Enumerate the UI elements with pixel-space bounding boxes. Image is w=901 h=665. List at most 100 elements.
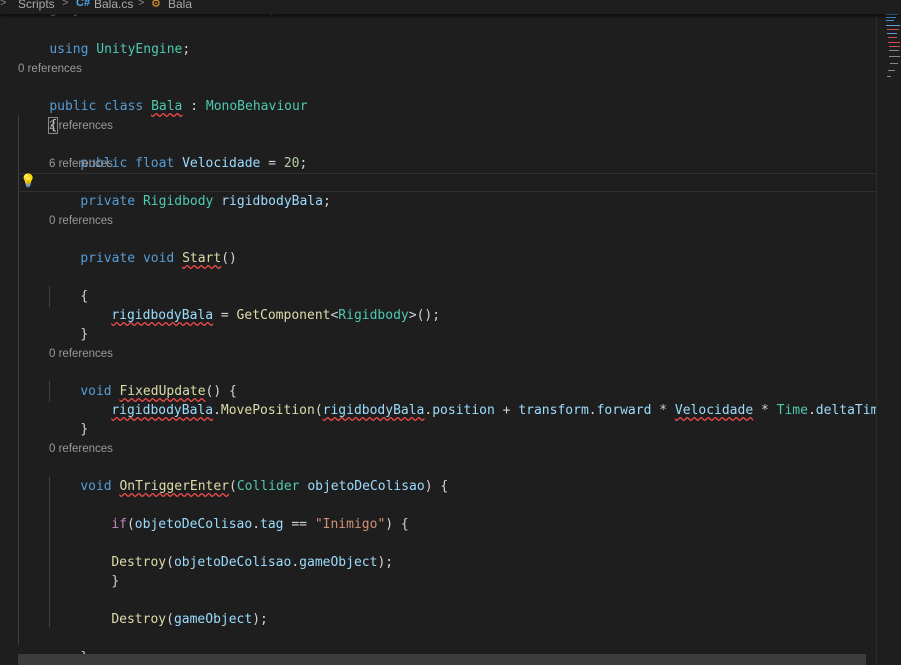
code-line-velocidade: public float Velocidade = 20; <box>49 135 307 171</box>
token: if <box>111 517 127 532</box>
token: GetComponent <box>236 308 331 323</box>
token: ; <box>299 156 308 171</box>
breadcrumb-item-folder[interactable]: Scripts <box>18 0 55 11</box>
minimap-line <box>890 63 898 64</box>
code-line-ontrigger: void OnTriggerEnter(Collider objetoDeCol… <box>49 458 448 494</box>
token: using <box>49 42 89 57</box>
code-line-using: using UnityEngine; <box>18 21 190 57</box>
token: forward <box>596 403 652 418</box>
breadcrumb-item-symbol[interactable]: Bala <box>168 0 192 11</box>
code-line-start-open: { <box>49 268 88 304</box>
token: "Inimigo" <box>314 517 386 532</box>
token: transform <box>518 403 589 418</box>
token: ; <box>182 42 191 57</box>
token: float <box>135 156 175 171</box>
token: ( <box>166 612 174 627</box>
token: Collider <box>236 479 300 494</box>
minimap-line <box>889 50 899 51</box>
token: ( <box>314 403 323 418</box>
token: gameObject <box>299 555 378 570</box>
token: = <box>268 156 277 171</box>
token: deltaTime <box>815 403 876 418</box>
codelens-references[interactable]: 0 references <box>18 62 82 76</box>
breadcrumb: > Scripts > C# Bala.cs > ⚙ Bala <box>0 0 901 14</box>
csharp-file-icon: C# <box>76 0 91 9</box>
chevron-right-icon: > <box>138 0 145 9</box>
class-icon: ⚙ <box>151 0 161 10</box>
codelens-references[interactable]: 2 references <box>49 119 113 133</box>
chevron-right-icon: > <box>62 0 69 9</box>
code-line-class: public class Bala : MonoBehaviour <box>18 78 307 114</box>
code-line-moveposition: rigidbodyBala.MovePosition(rigidbodyBala… <box>80 382 876 418</box>
minimap-line <box>887 33 897 34</box>
code-line-start-close: } <box>49 306 88 342</box>
token: Bala <box>151 99 183 114</box>
token: void <box>142 251 175 266</box>
horizontal-scrollbar[interactable] <box>18 654 866 665</box>
token: ; <box>322 194 331 209</box>
token: . <box>291 555 300 570</box>
token: } <box>80 422 89 437</box>
token: Time <box>776 403 808 418</box>
minimap-line <box>887 76 891 77</box>
code-line-ontrigger-close: } <box>49 629 88 665</box>
minimap-line <box>886 17 896 18</box>
token: rigidbodyBala <box>111 308 214 323</box>
code-line-fixedupdate-close: } <box>49 401 88 437</box>
chevron-right-icon: > <box>0 0 7 9</box>
code-editor[interactable]: using System.Collections.Generic; 💡 usin… <box>0 0 876 665</box>
token: ( <box>166 555 174 570</box>
token: UnityEngine <box>96 42 183 57</box>
token: ); <box>377 555 394 570</box>
codelens-references[interactable]: 0 references <box>49 214 113 228</box>
token: objetoDeColisao <box>173 555 292 570</box>
codelens-references[interactable]: 0 references <box>49 347 113 361</box>
token: 20 <box>283 156 300 171</box>
token: Destroy <box>111 555 167 570</box>
token: gameObject <box>173 612 253 627</box>
token: MovePosition <box>220 403 315 418</box>
token: objetoDeColisao <box>134 517 253 532</box>
minimap-line <box>889 46 900 47</box>
token: private <box>80 251 136 266</box>
token: position <box>432 403 495 418</box>
token: } <box>111 574 120 589</box>
token: Velocidade <box>674 403 754 418</box>
token: = <box>220 308 229 323</box>
token: Velocidade <box>182 156 261 171</box>
token: == <box>291 517 307 532</box>
token: tag <box>260 517 284 532</box>
code-line-if: if(objetoDeColisao.tag == "Inimigo") { <box>80 496 408 532</box>
token: ); <box>252 612 268 627</box>
token: . <box>213 403 221 418</box>
code-line-getcomponent: rigidbodyBala = GetComponent<Rigidbody>(… <box>80 287 440 323</box>
token: () <box>221 251 237 266</box>
minimap-line <box>888 42 900 43</box>
minimap[interactable] <box>876 0 901 665</box>
minimap-line <box>888 70 895 71</box>
token: * <box>659 403 668 418</box>
indent-guide <box>18 115 19 645</box>
lightbulb-icon[interactable]: 💡 <box>20 173 36 191</box>
token: private <box>80 194 136 209</box>
token: OnTriggerEnter <box>119 479 230 494</box>
codelens-references[interactable]: 0 references <box>49 442 113 456</box>
token: ( <box>126 517 135 532</box>
breadcrumb-item-file[interactable]: Bala.cs <box>94 0 133 11</box>
token: . <box>588 403 597 418</box>
token: Rigidbody <box>142 194 214 209</box>
token: * <box>761 403 769 418</box>
token: . <box>252 517 261 532</box>
token: rigidbodyBala <box>322 403 425 418</box>
token: ) { <box>385 517 409 532</box>
code-line-destroy-member: Destroy(objetoDeColisao.gameObject); <box>80 534 393 570</box>
token: >(); <box>408 308 441 323</box>
token: } <box>80 327 89 342</box>
code-line-destroy-self: Destroy(gameObject); <box>80 591 268 627</box>
token: rigidbodyBala <box>111 403 214 418</box>
token: rigidbodyBala <box>221 194 323 209</box>
codelens-references[interactable]: 6 references <box>49 157 113 171</box>
minimap-line <box>886 25 900 26</box>
token: objetoDeColisao <box>307 479 425 494</box>
token: ( <box>229 479 237 494</box>
